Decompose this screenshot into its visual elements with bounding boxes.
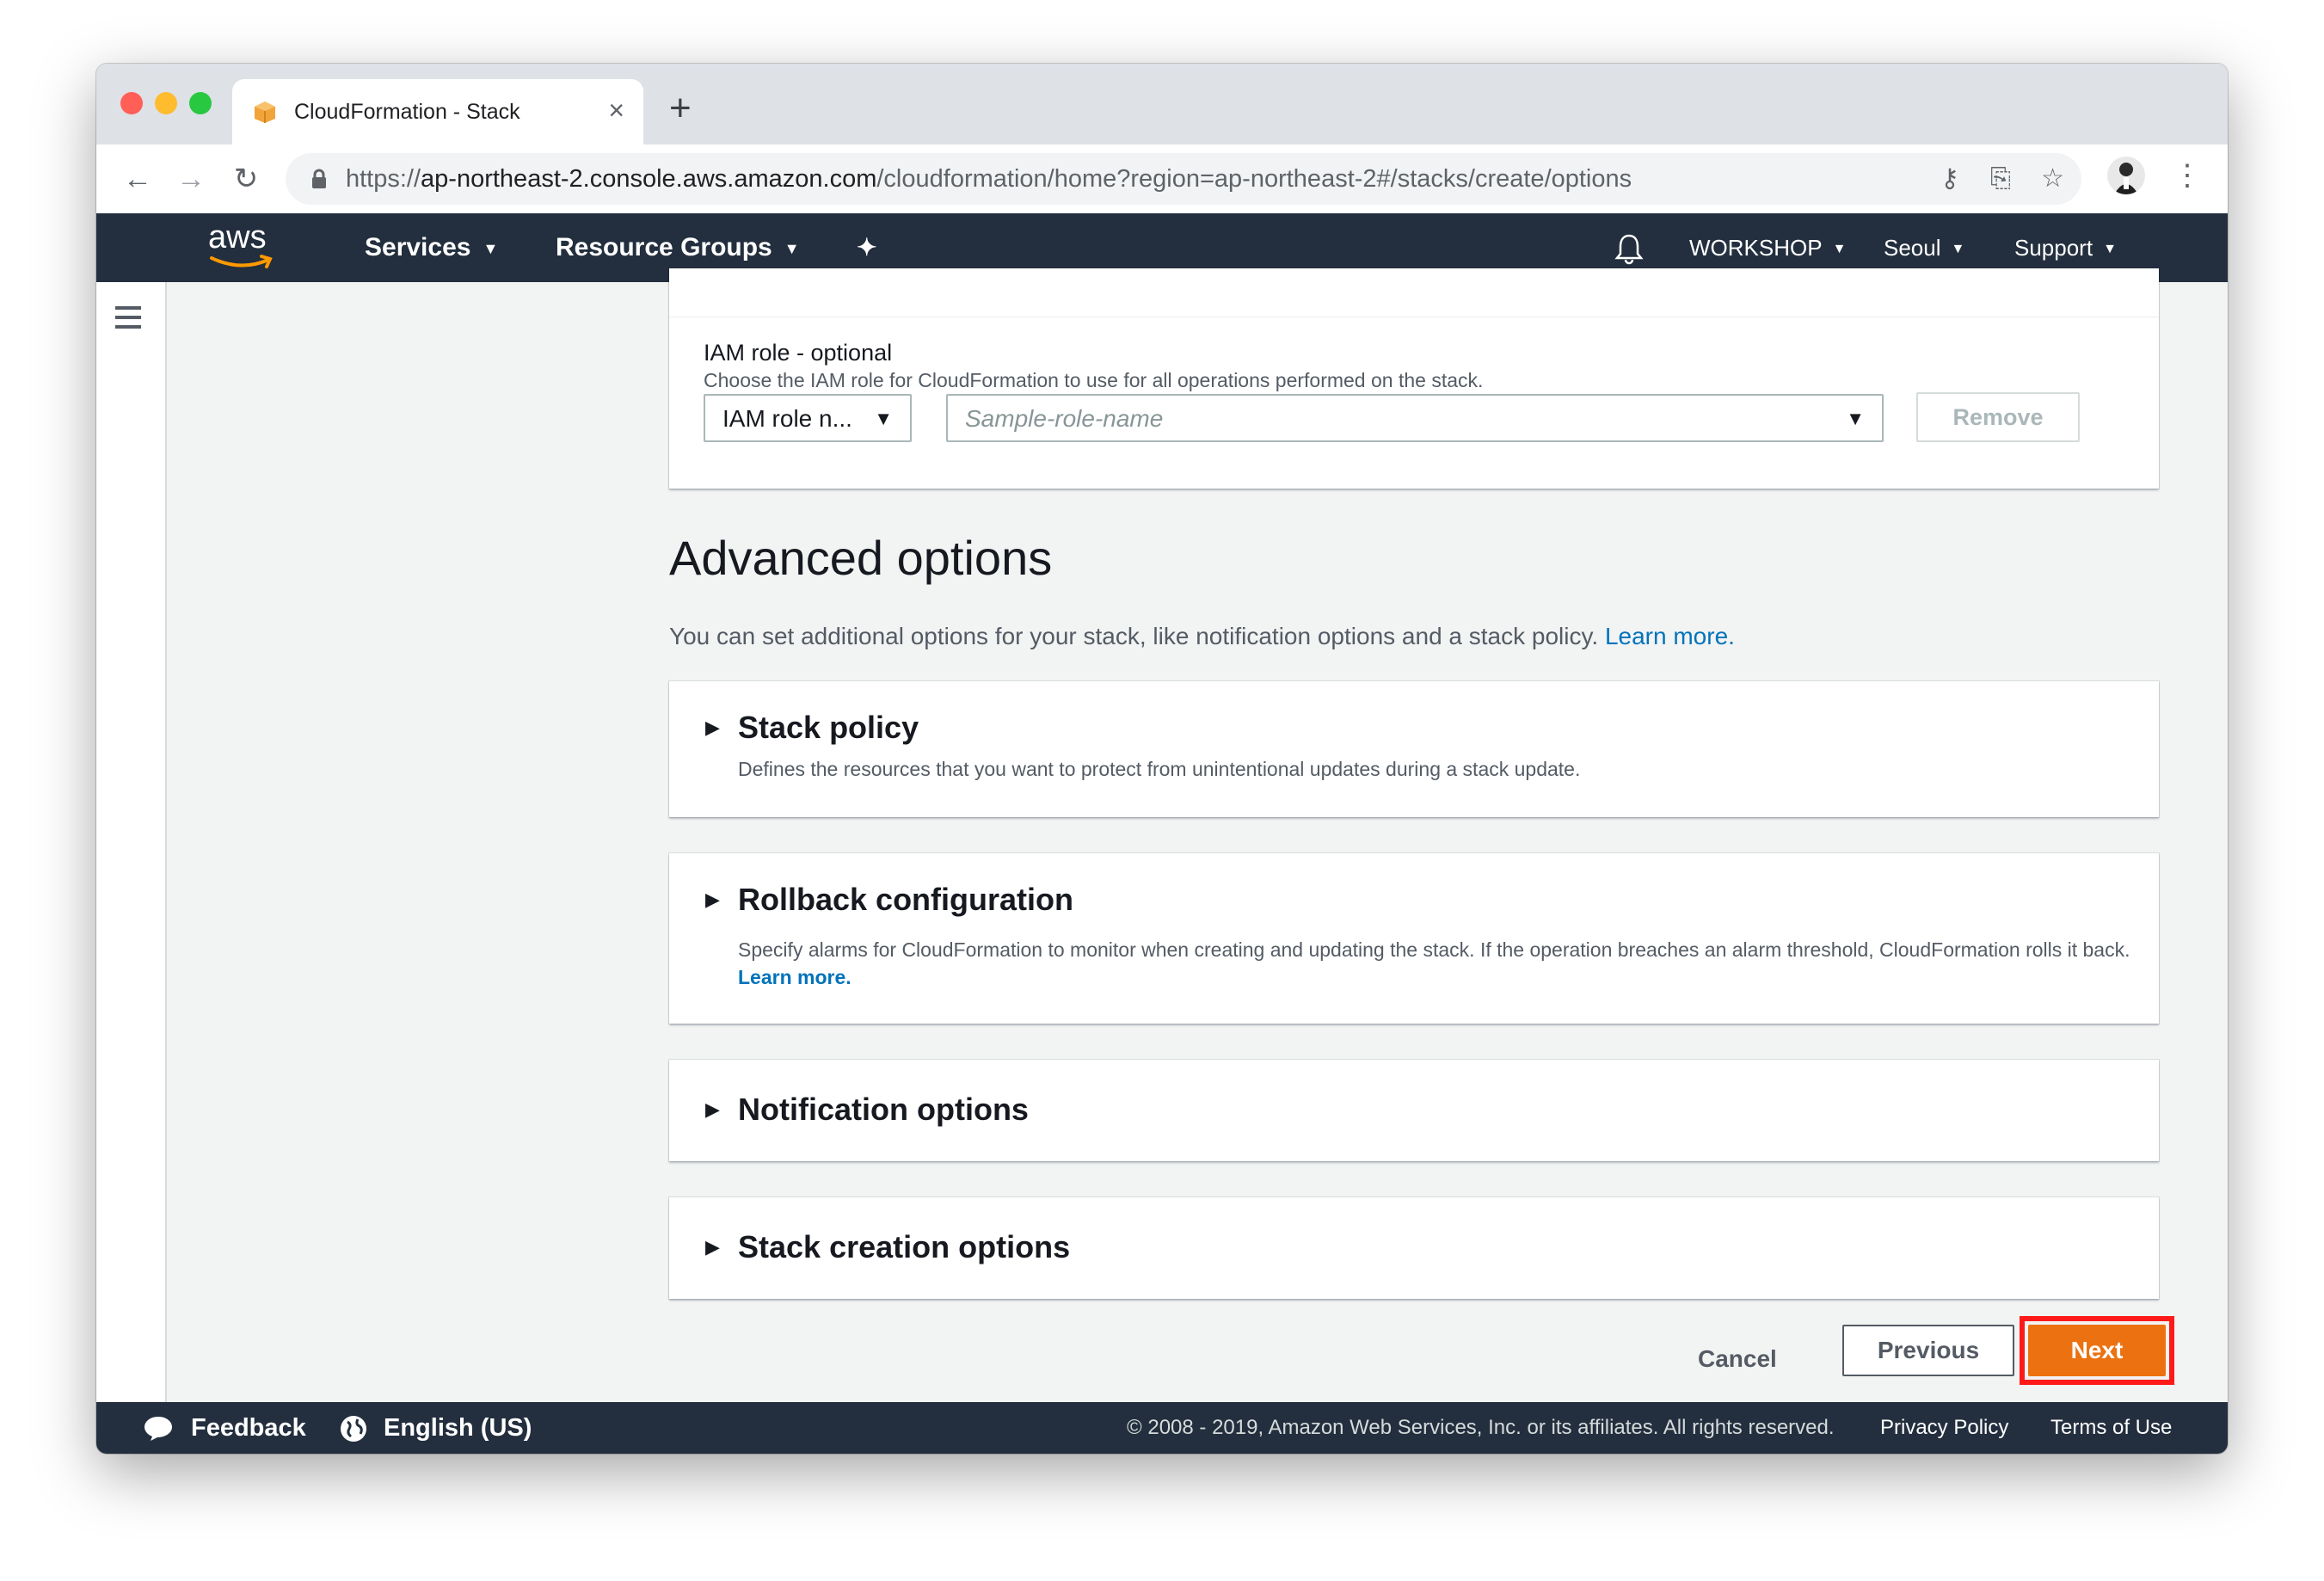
account-menu[interactable]: WORKSHOP ▼ — [1689, 231, 1846, 267]
chevron-down-icon: ▼ — [483, 240, 499, 258]
advanced-options-title: Advanced options — [669, 531, 1053, 585]
browser-tab[interactable]: CloudFormation - Stack × — [232, 79, 643, 145]
tab-close-icon[interactable]: × — [608, 95, 624, 126]
tab-title: CloudFormation - Stack — [294, 100, 520, 124]
new-tab-button[interactable]: + — [669, 89, 692, 127]
stack-policy-title[interactable]: Stack policy — [738, 707, 919, 748]
resource-groups-menu[interactable]: Resource Groups ▼ — [556, 231, 800, 266]
forward-icon[interactable]: → — [172, 160, 210, 198]
feedback-link[interactable]: Feedback — [191, 1411, 306, 1445]
stack-creation-options-title[interactable]: Stack creation options — [738, 1227, 1070, 1268]
url-path: /cloudformation/home?region=ap-northeast… — [876, 165, 1632, 193]
avatar-icon — [2114, 163, 2138, 194]
language-selector[interactable]: English (US) — [384, 1411, 532, 1445]
iam-role-type-value: IAM role n... — [722, 405, 852, 432]
expand-arrow-icon[interactable]: ▶ — [705, 711, 720, 745]
pin-icon[interactable]: ✦ — [857, 231, 876, 265]
region-menu[interactable]: Seoul ▼ — [1884, 231, 1964, 267]
profile-avatar[interactable] — [2107, 157, 2145, 194]
rollback-learn-more-link[interactable]: Learn more. — [738, 966, 852, 988]
translate-icon[interactable]: ⎘ — [1990, 162, 2011, 196]
expand-arrow-icon[interactable]: ▶ — [705, 1092, 720, 1127]
stack-policy-description: Defines the resources that you want to p… — [738, 758, 1581, 780]
expand-arrow-icon[interactable]: ▶ — [705, 1230, 720, 1264]
copyright-text: © 2008 - 2019, Amazon Web Services, Inc.… — [1127, 1416, 1835, 1439]
resource-groups-label: Resource Groups — [556, 233, 772, 261]
url-text: https://ap-northeast-2.console.aws.amazo… — [346, 162, 1632, 196]
browser-window: CloudFormation - Stack × + ← → ↻ https:/… — [96, 64, 2228, 1454]
services-menu[interactable]: Services ▼ — [365, 231, 498, 266]
remove-button[interactable]: Remove — [1916, 392, 2080, 442]
browser-menu-icon[interactable]: ⋮ — [2173, 157, 2202, 194]
feedback-icon — [144, 1417, 172, 1441]
bookmark-star-icon[interactable]: ☆ — [2041, 162, 2064, 196]
region-label: Seoul — [1884, 235, 1941, 261]
close-window-button[interactable] — [120, 92, 143, 114]
iam-role-name-select[interactable]: Sample-role-name ▼ — [946, 394, 1884, 442]
previous-button[interactable]: Previous — [1842, 1325, 2014, 1376]
chevron-down-icon: ▼ — [1951, 242, 1965, 257]
chevron-down-icon: ▼ — [1832, 242, 1847, 257]
dropdown-arrow-icon: ▼ — [874, 408, 893, 429]
stack-creation-options-section[interactable]: ▶ Stack creation options — [669, 1197, 2159, 1299]
url-host: ap-northeast-2.console.aws.amazon.com — [421, 165, 877, 193]
lock-icon — [312, 169, 326, 188]
browser-toolbar: ← → ↻ https://ap-northeast-2.console.aws… — [96, 145, 2228, 214]
bell-icon[interactable] — [1614, 232, 1645, 265]
iam-role-name-placeholder: Sample-role-name — [965, 405, 1164, 432]
reload-icon[interactable]: ↻ — [227, 160, 265, 198]
tab-strip: CloudFormation - Stack × + — [96, 64, 2228, 145]
zoom-window-button[interactable] — [189, 92, 212, 114]
hamburger-menu-icon[interactable] — [115, 306, 141, 335]
terms-of-use-link[interactable]: Terms of Use — [2050, 1412, 2172, 1443]
notification-options-title[interactable]: Notification options — [738, 1089, 1029, 1130]
iam-role-title: IAM role - optional — [704, 340, 893, 366]
dropdown-arrow-icon: ▼ — [1846, 408, 1865, 429]
iam-role-type-select[interactable]: IAM role n... ▼ — [704, 394, 912, 442]
rollback-configuration-description: Specify alarms for CloudFormation to mon… — [738, 936, 2131, 991]
advanced-options-text: You can set additional options for your … — [669, 623, 1599, 649]
side-navigation-rail — [96, 282, 167, 1402]
aws-logo[interactable]: aws — [200, 218, 277, 274]
expand-arrow-icon[interactable]: ▶ — [705, 883, 720, 917]
rollback-configuration-title[interactable]: Rollback configuration — [738, 879, 1073, 920]
account-label: WORKSHOP — [1689, 235, 1823, 261]
support-label: Support — [2014, 235, 2093, 261]
stack-policy-section[interactable]: ▶ Stack policy Defines the resources tha… — [669, 681, 2159, 817]
rollback-description-text: Specify alarms for CloudFormation to mon… — [738, 938, 2130, 961]
cloudformation-favicon-icon — [255, 102, 275, 123]
chevron-down-icon: ▼ — [784, 240, 800, 258]
iam-role-description: Choose the IAM role for CloudFormation t… — [704, 369, 1484, 391]
learn-more-link[interactable]: Learn more. — [1605, 623, 1735, 649]
services-label: Services — [365, 233, 471, 261]
permissions-panel: IAM role - optional Choose the IAM role … — [669, 268, 2159, 489]
cancel-button[interactable]: Cancel — [1698, 1342, 1777, 1376]
chevron-down-icon: ▼ — [2103, 242, 2117, 257]
support-menu[interactable]: Support ▼ — [2014, 231, 2117, 267]
minimize-window-button[interactable] — [155, 92, 177, 114]
key-icon[interactable]: ⚷ — [1940, 162, 1959, 196]
url-scheme: https:// — [346, 165, 421, 193]
back-icon[interactable]: ← — [119, 160, 157, 198]
rollback-configuration-section[interactable]: ▶ Rollback configuration Specify alarms … — [669, 853, 2159, 1024]
next-button[interactable]: Next — [2028, 1325, 2166, 1376]
console-footer: Feedback English (US) © 2008 - 2019, Ama… — [96, 1402, 2228, 1454]
advanced-options-description: You can set additional options for your … — [669, 619, 1735, 654]
aws-smile-icon — [210, 255, 273, 268]
address-bar[interactable]: https://ap-northeast-2.console.aws.amazo… — [286, 153, 2081, 205]
globe-icon — [341, 1416, 366, 1442]
privacy-policy-link[interactable]: Privacy Policy — [1880, 1412, 2008, 1443]
notification-options-section[interactable]: ▶ Notification options — [669, 1060, 2159, 1161]
aws-logo-text: aws — [208, 219, 267, 255]
